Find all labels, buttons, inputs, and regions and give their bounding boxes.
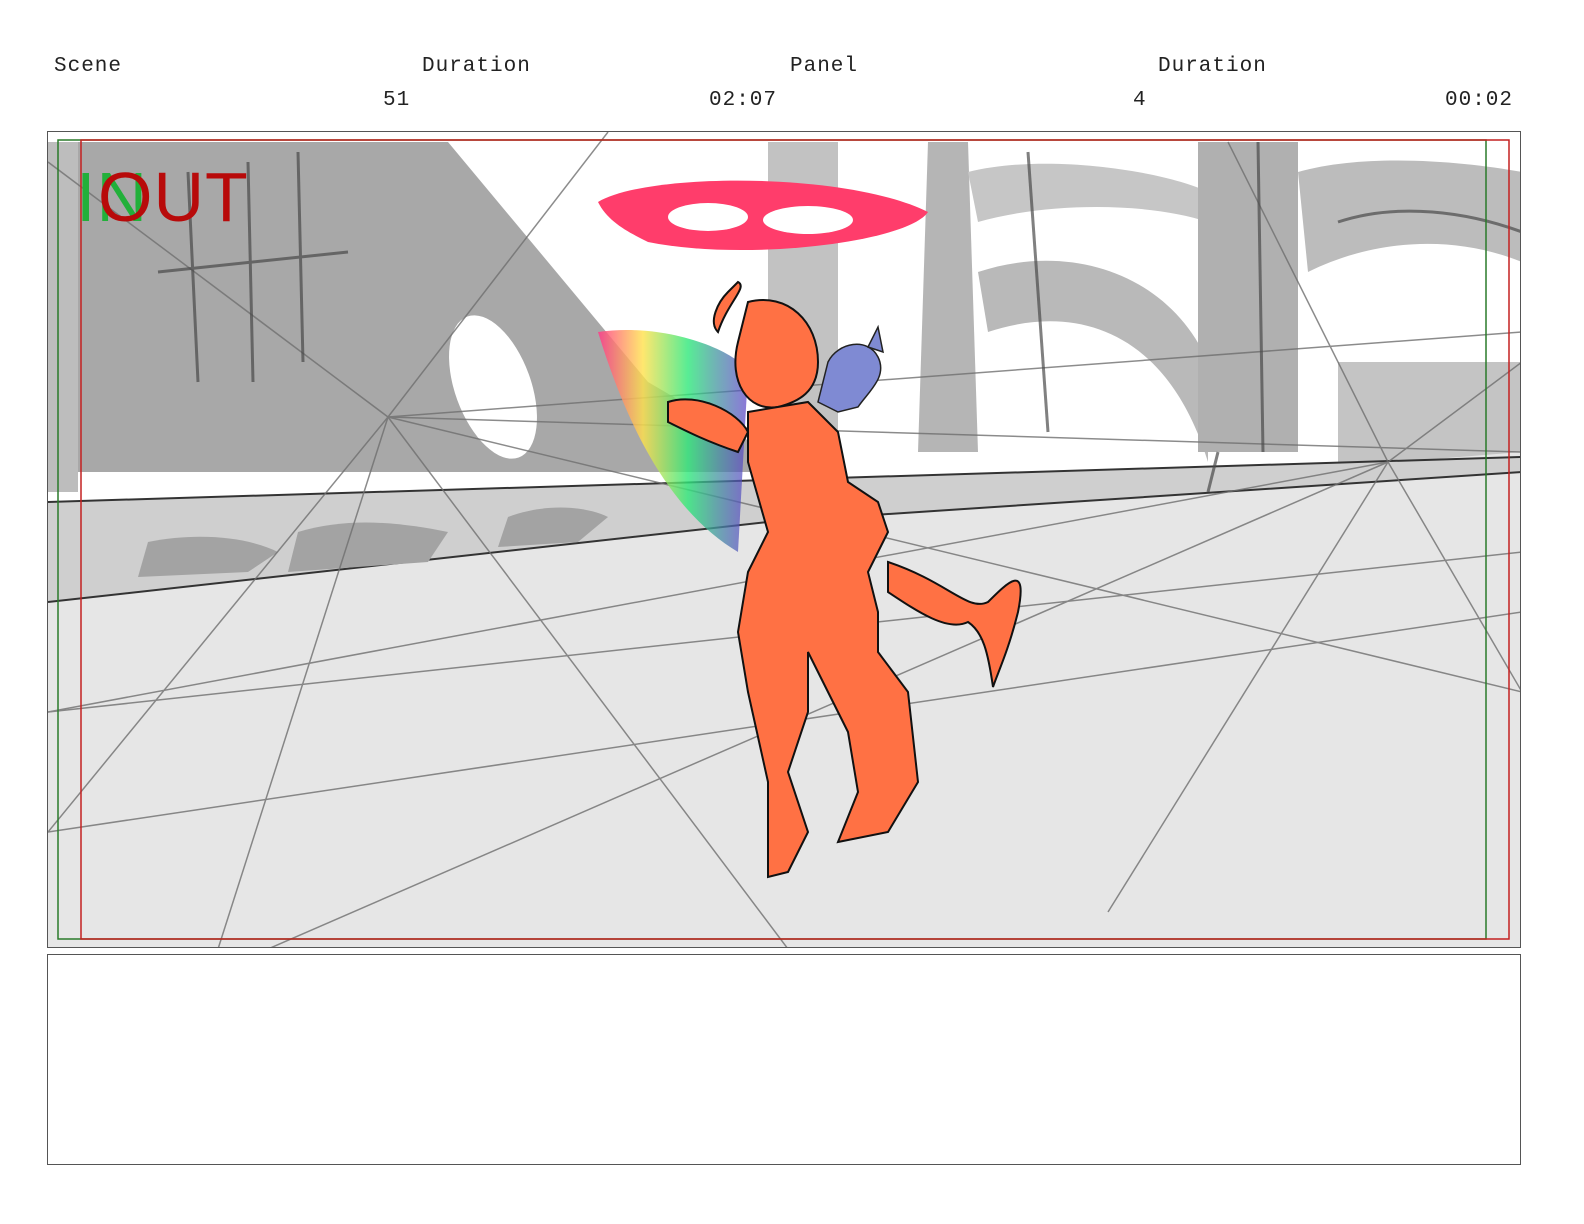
panel-notes-box[interactable] xyxy=(47,954,1521,1165)
scene-label: Scene xyxy=(54,55,123,78)
left-edge-wall xyxy=(48,142,78,492)
panel-number: 4 xyxy=(1133,89,1147,112)
scene-duration-value: 02:07 xyxy=(709,89,778,112)
panel-duration-label: Duration xyxy=(1158,55,1267,78)
scene-duration-label: Duration xyxy=(422,55,531,78)
column-2 xyxy=(918,142,978,452)
column-3 xyxy=(1198,142,1298,452)
out-marker-label: OUT xyxy=(98,158,249,236)
storyboard-sketch xyxy=(48,132,1520,947)
panel-label: Panel xyxy=(790,55,859,78)
storyboard-panel-frame: IN OUT xyxy=(47,131,1521,948)
panel-duration-value: 00:02 xyxy=(1445,89,1514,112)
scene-number: 51 xyxy=(383,89,411,112)
